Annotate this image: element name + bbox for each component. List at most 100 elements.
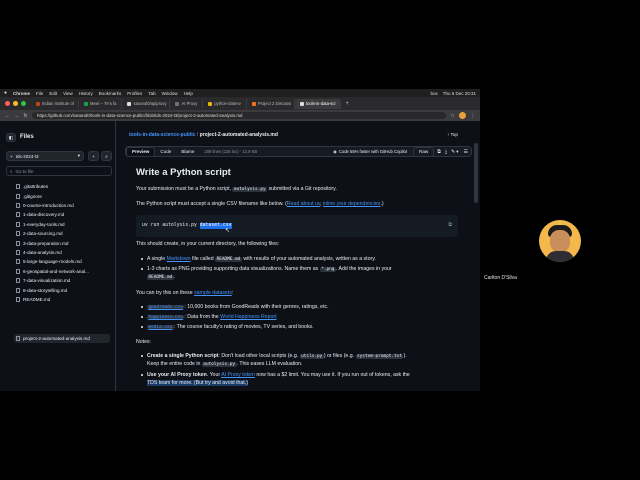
- menu-window[interactable]: Window: [162, 91, 178, 96]
- bullet: [141, 258, 143, 261]
- paragraph: The Python script must accept a single C…: [136, 201, 384, 207]
- code-block: uv run autolysis.py dataset.csv ⧉: [136, 215, 458, 237]
- new-tab-icon[interactable]: +: [341, 101, 353, 107]
- menu-profiles[interactable]: Profiles: [127, 91, 142, 96]
- apple-icon[interactable]: ●: [4, 90, 7, 96]
- tree-file[interactable]: 0-course-introduction.md: [14, 201, 110, 210]
- search-icon[interactable]: ⌕: [101, 151, 112, 161]
- maximize-window-icon[interactable]: [21, 101, 26, 106]
- tree-file-selected[interactable]: project-2-automated-analysis.md: [14, 334, 110, 344]
- file-icon: [16, 268, 20, 274]
- minimize-window-icon[interactable]: [13, 101, 18, 106]
- tree-file[interactable]: 6-geospatial-and-network-anal...: [14, 267, 110, 276]
- link-happiness-csv[interactable]: happiness.csv: [147, 315, 185, 320]
- file-icon: [16, 193, 20, 199]
- browser-tabbar: Indian Institute of Meet – TA's fa sanan…: [0, 97, 480, 110]
- box-status-icon[interactable]: box: [430, 91, 437, 96]
- files-heading: Files: [20, 134, 34, 140]
- file-icon: [16, 184, 20, 190]
- favicon-icon: [84, 101, 88, 106]
- file-icon: [16, 249, 20, 255]
- markdown-body: Write a Python script Your submission mu…: [136, 121, 466, 391]
- tree-file[interactable]: .gitattributes: [14, 182, 110, 191]
- menu-view[interactable]: View: [63, 91, 73, 96]
- file-icon: [16, 212, 20, 218]
- address-bar[interactable]: https://github.com/sanand0/tools-in-data…: [32, 112, 446, 119]
- menu-file[interactable]: File: [36, 91, 43, 96]
- file-icon: [16, 221, 20, 227]
- browser-tab[interactable]: sanand0/apiproxy: [122, 98, 171, 109]
- file-icon: [16, 231, 20, 237]
- tree-file[interactable]: 2-data-sourcing.md: [14, 229, 110, 238]
- browser-tab[interactable]: python-dotenv: [203, 98, 247, 109]
- link-goodreads-csv[interactable]: goodreads.csv: [147, 305, 185, 310]
- participant-name: Carlton D'Silva: [484, 275, 517, 281]
- add-file-button[interactable]: +: [88, 151, 99, 161]
- tree-file[interactable]: 1-everyday-tools.md: [14, 220, 110, 229]
- close-window-icon[interactable]: [5, 101, 10, 106]
- back-icon[interactable]: ←: [5, 113, 10, 119]
- tree-file[interactable]: .gitignore: [14, 191, 110, 200]
- tree-file[interactable]: README.md: [14, 295, 110, 304]
- bullet: [141, 316, 143, 319]
- link-world-happiness-report[interactable]: World Happiness Report: [220, 314, 276, 320]
- file-content: tools-in-data-science-public / project-2…: [117, 121, 480, 391]
- browser-tab[interactable]: Indian Institute of: [31, 98, 79, 109]
- bullet: [141, 374, 143, 377]
- forward-icon[interactable]: →: [14, 113, 19, 119]
- browser-tab[interactable]: Project 2 Discussi: [247, 98, 295, 109]
- link-read-about-uv[interactable]: Read about uv: [287, 201, 320, 207]
- menu-help[interactable]: Help: [184, 91, 193, 96]
- paragraph: Your submission must be a Python script,…: [136, 186, 337, 192]
- file-icon: [16, 296, 20, 302]
- menu-tab[interactable]: Tab: [148, 91, 155, 96]
- browser-tab-active[interactable]: tools-in-data-sci: [294, 98, 342, 109]
- browser-tab[interactable]: AI Proxy: [170, 98, 204, 109]
- scrollbar[interactable]: [474, 143, 478, 203]
- browser-toolbar: ← → ↻ https://github.com/sanand0/tools-i…: [0, 110, 480, 121]
- menu-bookmarks[interactable]: Bookmarks: [99, 91, 122, 96]
- favicon-icon: [175, 101, 180, 106]
- file-icon: [16, 259, 20, 265]
- collapse-sidebar-icon[interactable]: ◧: [6, 133, 16, 142]
- tree-file[interactable]: 3-data-preparation.md: [14, 238, 110, 247]
- browser-menu-icon[interactable]: ⋮: [470, 113, 475, 119]
- reload-icon[interactable]: ↻: [23, 113, 28, 119]
- link-markdown[interactable]: Markdown: [167, 256, 191, 262]
- link-ai-proxy-token[interactable]: AI Proxy token: [221, 372, 255, 378]
- tree-file[interactable]: 1-data-discovery.md: [14, 210, 110, 219]
- link-sample-datasets[interactable]: sample datasets: [194, 290, 232, 296]
- branch-icon: ⑂: [10, 153, 13, 159]
- list-item: goodreads.csv: 10,000 books from GoodRea…: [136, 304, 329, 312]
- github-icon: [299, 101, 304, 106]
- paragraph: Notes:: [136, 339, 151, 345]
- clock: Thu 5 Dec 20:31: [442, 90, 476, 96]
- github-page: ◧ Files ⑂ tds-2024-t3 ▾ + ⌕ ⌕ Go to file…: [0, 121, 480, 391]
- file-icon: [16, 287, 20, 293]
- link-inline-dependencies[interactable]: inline your dependencies: [323, 201, 380, 207]
- profile-avatar[interactable]: [459, 112, 466, 119]
- tree-file[interactable]: 4-data-analysis.md: [14, 248, 110, 257]
- branch-selector[interactable]: ⑂ tds-2024-t3 ▾: [6, 151, 84, 161]
- list-item: 1-3 charts as PNG providing supporting d…: [136, 266, 457, 281]
- tree-file[interactable]: 7-data-visualization.md: [14, 276, 110, 285]
- list-item: Create a single Python script: Don't loa…: [136, 353, 467, 368]
- participant-panel: Carlton D'Silva: [480, 89, 640, 391]
- go-to-file-input[interactable]: ⌕ Go to file: [6, 166, 112, 176]
- avatar: [539, 220, 581, 262]
- tree-file[interactable]: 8-data-storytelling.md: [14, 285, 110, 294]
- bullet: [141, 326, 143, 329]
- favicon-icon: [36, 101, 40, 106]
- github-icon: [127, 101, 132, 106]
- paragraph: This should create, in your current dire…: [136, 241, 280, 247]
- browser-tab[interactable]: Meet – TA's fa: [79, 98, 123, 109]
- bookmark-star-icon[interactable]: ☆: [450, 113, 455, 119]
- tree-file[interactable]: 5-large-language-models.md: [14, 257, 110, 266]
- menu-edit[interactable]: Edit: [49, 91, 57, 96]
- menu-chrome[interactable]: Chrome: [13, 91, 30, 96]
- copy-icon[interactable]: ⧉: [448, 222, 452, 229]
- bullet: [141, 355, 143, 358]
- link-media-csv[interactable]: media.csv: [147, 325, 174, 330]
- menu-history[interactable]: History: [79, 91, 93, 96]
- mac-menubar: ● Chrome File Edit View History Bookmark…: [0, 89, 480, 97]
